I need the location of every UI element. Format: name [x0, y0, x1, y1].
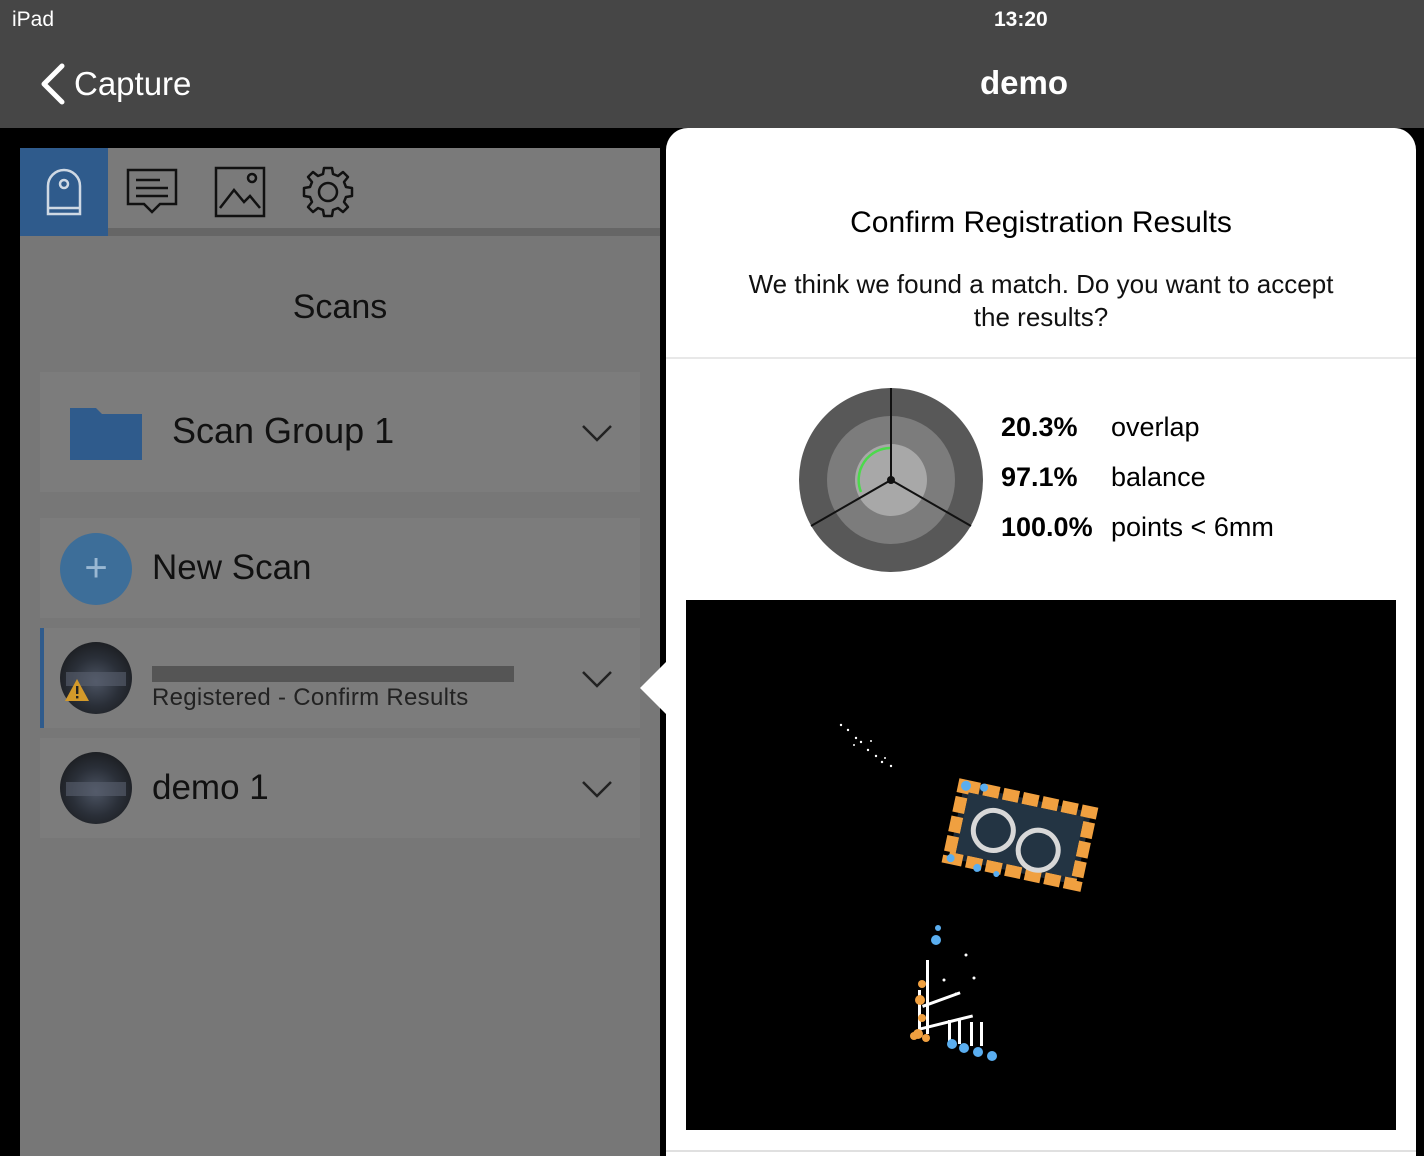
tab-images[interactable]: [196, 148, 284, 236]
scan-group-label: Scan Group 1: [172, 410, 395, 451]
stat-value: 100.0%: [1001, 512, 1093, 542]
plus-icon: +: [60, 533, 132, 605]
scan-name-redacted: [152, 666, 514, 682]
registration-popover: Confirm Registration Results We think we…: [666, 128, 1416, 1156]
scan-status: Registered - Confirm Results: [152, 684, 469, 711]
tab-scanner[interactable]: [20, 148, 108, 236]
point-cloud-render: [839, 723, 1099, 1061]
chevron-down-icon[interactable]: [580, 422, 614, 444]
popover-title: Confirm Registration Results: [850, 206, 1232, 239]
stat-value: 20.3%: [1001, 412, 1078, 442]
tab-bar: [20, 148, 660, 236]
chevron-down-icon[interactable]: [580, 778, 614, 800]
stat-value: 97.1%: [1001, 462, 1078, 492]
page-title: demo: [979, 64, 1068, 101]
warning-icon: [65, 679, 89, 701]
panel-title: Scans: [292, 288, 388, 326]
tab-notes[interactable]: [108, 148, 196, 236]
scan-group-row[interactable]: Scan Group 1: [40, 372, 640, 492]
registration-gauge: [799, 388, 983, 572]
popover-message: We think we found a match. Do you want t…: [748, 269, 1334, 332]
comment-icon: [126, 168, 178, 214]
chevron-left-icon: [41, 63, 65, 105]
folder-icon: [70, 408, 142, 460]
point-cloud-preview[interactable]: [686, 600, 1396, 1130]
new-scan-label: New Scan: [152, 548, 312, 587]
clock: 13:20: [994, 8, 1048, 31]
device-label: iPad: [12, 8, 55, 31]
tab-settings[interactable]: [284, 148, 372, 236]
scanner-icon: [46, 168, 82, 216]
new-scan-button[interactable]: + New Scan: [40, 518, 640, 618]
scan-name: demo 1: [152, 768, 269, 807]
back-label: Capture: [74, 65, 192, 102]
scan-list-item[interactable]: demo 1: [40, 738, 640, 838]
scans-panel: Scans Scan Group 1 + New Scan Registered…: [20, 148, 660, 1156]
stat-label: balance: [1111, 462, 1206, 492]
stat-label: points < 6mm: [1111, 512, 1274, 542]
back-button[interactable]: Capture: [38, 60, 191, 108]
chevron-down-icon[interactable]: [580, 668, 614, 690]
scan-list-item[interactable]: Registered - Confirm Results: [40, 628, 640, 728]
gear-icon: [302, 166, 354, 218]
popover-arrow: [640, 660, 668, 716]
popover-footer: [666, 1150, 1416, 1156]
image-icon: [214, 166, 266, 218]
stat-label: overlap: [1111, 412, 1200, 442]
navigation-bar: iPad 13:20 Capture demo: [0, 0, 1424, 128]
divider: [666, 357, 1416, 359]
scan-thumbnail: [60, 752, 132, 824]
